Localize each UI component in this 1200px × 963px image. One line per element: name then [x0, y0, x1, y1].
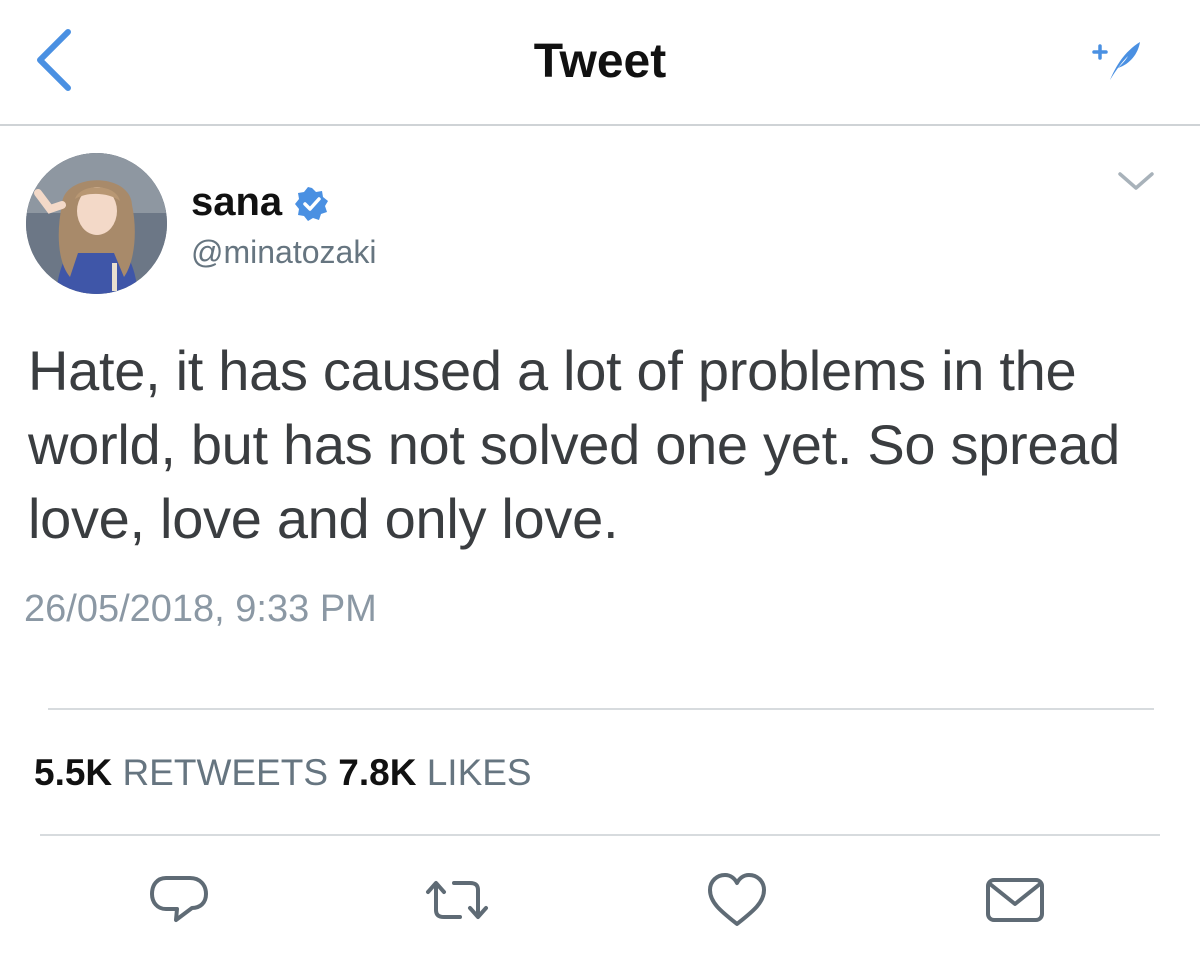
page-title: Tweet — [533, 35, 667, 88]
share-button[interactable] — [980, 870, 1050, 930]
retweet-icon — [426, 881, 488, 919]
reply-button[interactable] — [144, 870, 214, 930]
share-icon — [986, 878, 1044, 922]
retweets-count: 5.5K — [34, 752, 113, 793]
likes-count: 7.8K — [338, 752, 417, 793]
retweets-stat[interactable]: 5.5K RETWEETS — [34, 752, 338, 793]
retweet-button[interactable] — [422, 870, 492, 930]
user-handle[interactable]: @minatozaki — [191, 234, 376, 271]
divider — [40, 834, 1160, 836]
retweets-label: RETWEETS — [122, 752, 328, 793]
display-name[interactable]: sana — [191, 180, 282, 225]
tweet-text: Hate, it has caused a lot of problems in… — [28, 339, 1120, 550]
bottom-edge — [0, 958, 1200, 963]
divider — [48, 708, 1154, 710]
chevron-down-icon — [1118, 172, 1154, 190]
tweet-timestamp: 26/05/2018, 9:33 PM — [24, 588, 377, 630]
compose-feather-icon — [1092, 42, 1140, 80]
likes-label: LIKES — [426, 752, 532, 793]
tweet-stats: 5.5K RETWEETS 7.8K LIKES — [34, 752, 532, 794]
verified-badge-icon — [295, 187, 329, 221]
likes-stat[interactable]: 7.8K LIKES — [338, 752, 531, 793]
header-divider — [0, 124, 1200, 126]
avatar[interactable] — [26, 153, 167, 294]
like-button[interactable] — [702, 870, 772, 930]
tweet-options-button[interactable] — [1116, 166, 1156, 196]
compose-button[interactable] — [1092, 36, 1146, 84]
like-icon — [708, 873, 766, 926]
reply-icon — [150, 876, 208, 922]
profile-photo — [26, 153, 167, 294]
